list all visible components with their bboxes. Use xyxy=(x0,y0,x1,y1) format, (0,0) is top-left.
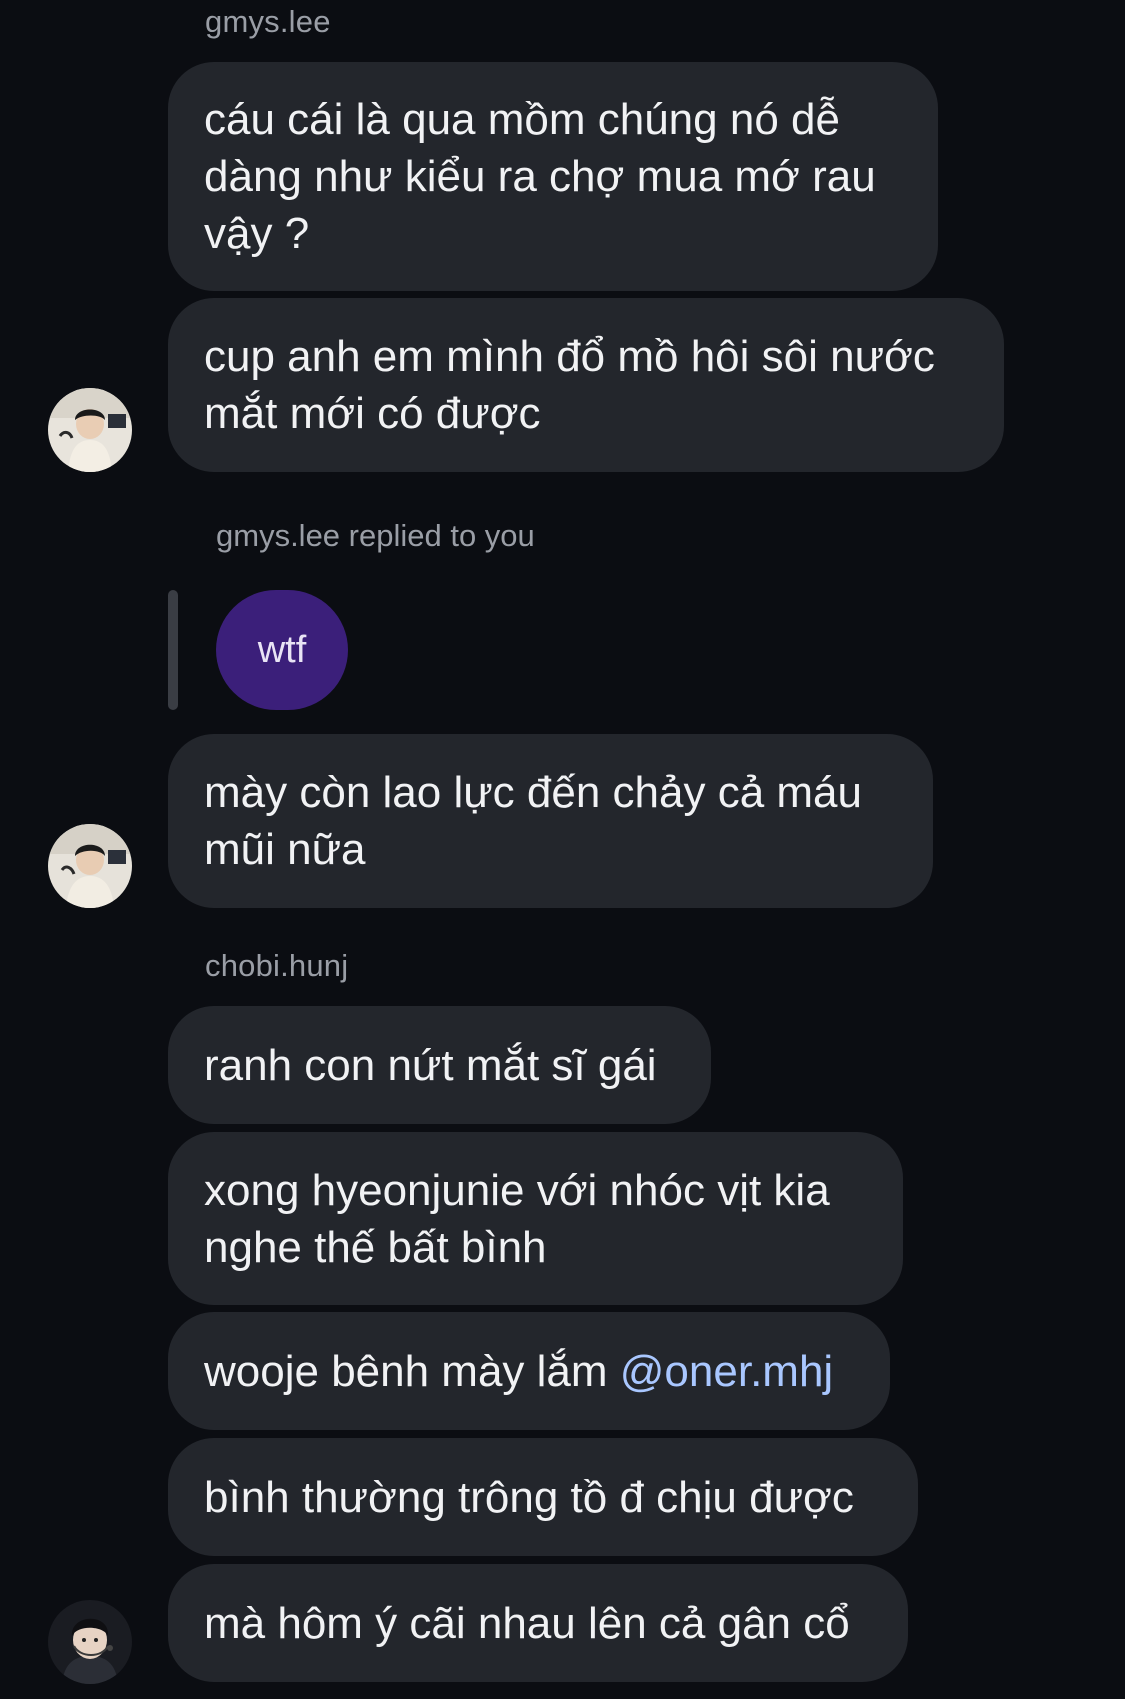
message-line: xong hyeonjunie với nhóc vịt kia xyxy=(204,1165,830,1215)
message-bubble[interactable]: cáu cái là qua mồm chúng nó dễ dàng như … xyxy=(168,62,938,291)
user-avatar-icon xyxy=(48,824,132,908)
message-bubble[interactable]: xong hyeonjunie với nhóc vịt kia nghe th… xyxy=(168,1132,903,1305)
reply-bar xyxy=(168,590,178,710)
message-bubble[interactable]: wooje bênh mày lắm @oner.mhj xyxy=(168,1312,890,1430)
message-text: wooje bênh mày lắm xyxy=(204,1346,620,1396)
message-line: bình thường trông tồ đ chịu được xyxy=(204,1472,854,1522)
sender-name: chobi.hunj xyxy=(205,948,349,983)
message-line: mũi nữa xyxy=(204,825,366,874)
message-line: ranh con nứt mắt sĩ gái xyxy=(204,1040,657,1090)
sender-name: gmys.lee xyxy=(205,4,331,39)
message-bubble[interactable]: cup anh em mình đổ mồ hôi sôi nước mắt m… xyxy=(168,298,1004,472)
avatar[interactable] xyxy=(48,824,132,908)
message-line: mắt mới có được xyxy=(204,389,541,438)
user-avatar-icon xyxy=(48,1600,132,1684)
user-avatar-icon xyxy=(48,388,132,472)
message-line: mày còn lao lực đến chảy cả máu xyxy=(204,768,863,817)
message-line: wooje bênh mày lắm @oner.mhj xyxy=(204,1343,854,1400)
dm-thread[interactable]: gmys.lee cáu cái là qua mồm chúng nó dễ … xyxy=(0,0,1125,1699)
message-line: nghe thế bất bình xyxy=(204,1222,547,1272)
reply-quote-bubble[interactable]: wtf xyxy=(216,590,348,710)
reply-label: gmys.lee replied to you xyxy=(216,518,535,553)
message-line: mà hôm ý cãi nhau lên cả gân cổ xyxy=(204,1598,850,1648)
message-bubble[interactable]: ranh con nứt mắt sĩ gái xyxy=(168,1006,711,1124)
avatar[interactable] xyxy=(48,1600,132,1684)
message-line: cup anh em mình đổ mồ hôi sôi nước xyxy=(204,332,935,381)
reply-quote-text: wtf xyxy=(257,628,307,671)
message-line: dàng như kiểu ra chợ mua mớ rau xyxy=(204,152,876,201)
message-line: cáu cái là qua mồm chúng nó dễ xyxy=(204,95,840,144)
message-bubble[interactable]: bình thường trông tồ đ chịu được xyxy=(168,1438,918,1556)
message-bubble[interactable]: mày còn lao lực đến chảy cả máu mũi nữa xyxy=(168,734,933,908)
mention-link[interactable]: @oner.mhj xyxy=(620,1347,833,1396)
avatar[interactable] xyxy=(48,388,132,472)
message-bubble[interactable]: mà hôm ý cãi nhau lên cả gân cổ xyxy=(168,1564,908,1682)
message-line: vậy ? xyxy=(204,209,310,258)
